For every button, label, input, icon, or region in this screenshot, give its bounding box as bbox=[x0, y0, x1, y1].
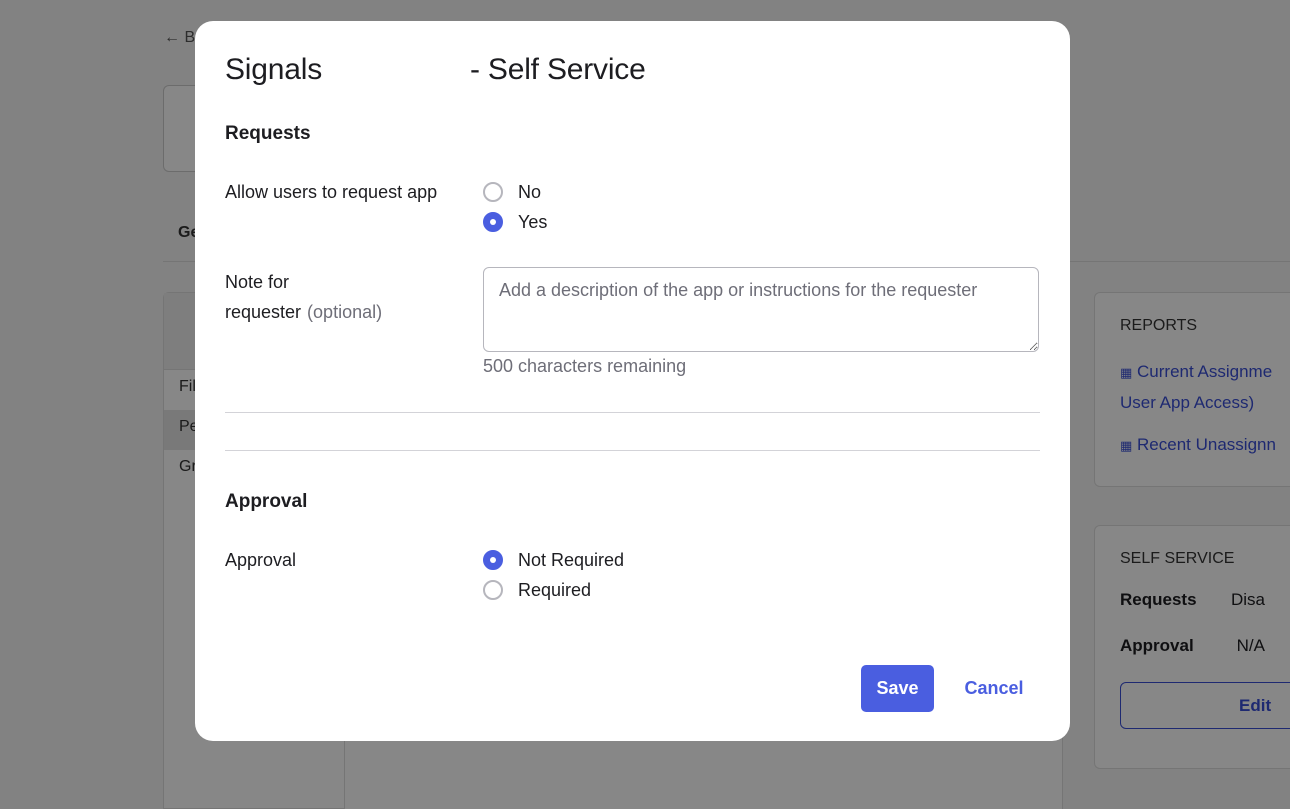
radio-button[interactable] bbox=[483, 550, 503, 570]
modal-title: Signals - Self Service bbox=[225, 53, 646, 87]
radio-request-yes[interactable]: Yes bbox=[483, 210, 547, 234]
note-label: Note for requester (optional) bbox=[225, 272, 383, 322]
divider bbox=[225, 450, 1040, 451]
note-textarea[interactable] bbox=[483, 267, 1039, 352]
chars-remaining: 500 characters remaining bbox=[483, 356, 687, 376]
radio-button[interactable] bbox=[483, 580, 503, 600]
radio-request-no[interactable]: No bbox=[483, 180, 541, 204]
cancel-button[interactable]: Cancel bbox=[951, 665, 1037, 712]
allow-request-label: Allow users to request app bbox=[225, 182, 438, 202]
radio-button[interactable] bbox=[483, 182, 503, 202]
requests-section-title: Requests bbox=[225, 123, 311, 144]
divider bbox=[225, 412, 1040, 413]
optional-hint: (optional) bbox=[307, 302, 383, 322]
radio-button[interactable] bbox=[483, 212, 503, 232]
modal-title-app: Signals bbox=[225, 53, 322, 86]
radio-approval-not-required[interactable]: Not Required bbox=[483, 548, 624, 572]
self-service-modal: Signals - Self Service Requests Allow us… bbox=[195, 21, 1070, 741]
radio-approval-required[interactable]: Required bbox=[483, 578, 591, 602]
approval-label: Approval bbox=[225, 550, 297, 570]
save-button[interactable]: Save bbox=[861, 665, 934, 712]
approval-section-title: Approval bbox=[225, 491, 308, 512]
modal-title-suffix: - Self Service bbox=[470, 53, 646, 86]
